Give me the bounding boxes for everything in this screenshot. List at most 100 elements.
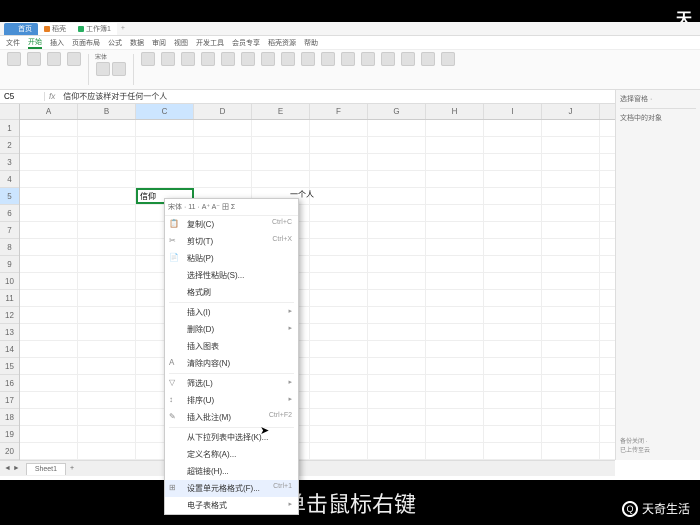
menu-vip[interactable]: 会员专享 (232, 38, 260, 48)
menu-home[interactable]: 开始 (28, 37, 42, 49)
row-header[interactable]: 9 (0, 256, 19, 273)
ctx-item[interactable]: 从下拉列表中选择(K)... (165, 429, 298, 446)
select-all-corner[interactable] (0, 104, 19, 120)
col-header[interactable]: D (194, 104, 252, 119)
row-header[interactable]: 14 (0, 341, 19, 358)
row-header[interactable]: 18 (0, 409, 19, 426)
menu-dev[interactable]: 开发工具 (196, 38, 224, 48)
ctx-item[interactable]: 📄粘贴(P) (165, 250, 298, 267)
ctx-mini-toolbar[interactable]: 宋体 · 11 · A⁺ A⁻ 田 Σ (165, 199, 298, 216)
row-header[interactable]: 17 (0, 392, 19, 409)
col-header[interactable]: G (368, 104, 426, 119)
ctx-item[interactable]: 📋复制(C)Ctrl+C (165, 216, 298, 233)
menu-resource[interactable]: 稻壳资源 (268, 38, 296, 48)
ctx-item[interactable]: 格式刷 (165, 284, 298, 301)
app-window: 首页 稻壳 工作簿1 + 文件 开始 插入 页面布局 公式 数据 审阅 视图 开… (0, 22, 700, 480)
sort-button[interactable] (281, 52, 295, 66)
row-header[interactable]: 12 (0, 307, 19, 324)
format-button[interactable] (181, 52, 195, 66)
ctx-item[interactable]: 插入图表 (165, 338, 298, 355)
row-header[interactable]: 7 (0, 222, 19, 239)
ctx-item[interactable]: ✎插入批注(M)Ctrl+F2 (165, 409, 298, 426)
paste-button[interactable] (7, 52, 21, 66)
filter-button[interactable] (261, 52, 275, 66)
row-header[interactable]: 10 (0, 273, 19, 290)
col-header[interactable]: F (310, 104, 368, 119)
bold-button[interactable] (96, 62, 110, 76)
row-header[interactable]: 2 (0, 137, 19, 154)
menu-layout[interactable]: 页面布局 (72, 38, 100, 48)
menu-help[interactable]: 帮助 (304, 38, 318, 48)
row-header[interactable]: 15 (0, 358, 19, 375)
col-header[interactable]: H (426, 104, 484, 119)
new-tab-button[interactable]: + (121, 25, 125, 32)
cut-button[interactable] (27, 52, 41, 66)
italic-button[interactable] (112, 62, 126, 76)
col-header[interactable]: I (484, 104, 542, 119)
ctx-item[interactable]: ↕排序(U)▸ (165, 392, 298, 409)
symbol-button[interactable] (441, 52, 455, 66)
ctx-item-label: 插入批注(M) (187, 412, 231, 423)
rowcol-button[interactable] (341, 52, 355, 66)
wrap-button[interactable] (161, 52, 175, 66)
menu-file[interactable]: 文件 (6, 38, 20, 48)
cells-area[interactable]: 信仰一个人 (20, 120, 700, 460)
fx-icon[interactable]: fx (45, 92, 59, 101)
cond-fmt-button[interactable] (201, 52, 215, 66)
table-style-button[interactable] (221, 52, 235, 66)
sum-button[interactable] (241, 52, 255, 66)
tab-home[interactable]: 首页 (4, 23, 38, 35)
cell-reference[interactable]: C5 (0, 92, 45, 101)
tab-docer[interactable]: 稻壳 (38, 23, 72, 35)
ctx-item[interactable]: 超链接(H)... (165, 463, 298, 480)
row-header[interactable]: 6 (0, 205, 19, 222)
ctx-item[interactable]: 电子表格式▸ (165, 497, 298, 514)
ctx-item[interactable]: A清除内容(N) (165, 355, 298, 372)
menu-data[interactable]: 数据 (130, 38, 144, 48)
ctx-item[interactable]: 定义名称(A)... (165, 446, 298, 463)
cell-button[interactable] (321, 52, 335, 66)
row-header[interactable]: 5 (0, 188, 19, 205)
find-button[interactable] (421, 52, 435, 66)
ctx-item[interactable]: ⊞设置单元格格式(F)...Ctrl+1 (165, 480, 298, 497)
ctx-item[interactable]: 删除(D)▸ (165, 321, 298, 338)
ctx-item[interactable]: 选择性粘贴(S)... (165, 267, 298, 284)
col-header[interactable]: E (252, 104, 310, 119)
tabletool-button[interactable] (401, 52, 415, 66)
copy-button[interactable] (47, 52, 61, 66)
row-header[interactable]: 19 (0, 426, 19, 443)
add-sheet-button[interactable]: + (70, 465, 74, 472)
ctx-item[interactable]: ▽筛选(L)▸ (165, 375, 298, 392)
row-header[interactable]: 3 (0, 154, 19, 171)
freeze-button[interactable] (381, 52, 395, 66)
row-header[interactable]: 16 (0, 375, 19, 392)
row-header[interactable]: 8 (0, 239, 19, 256)
col-header[interactable]: B (78, 104, 136, 119)
brand-logo: Q 天奇生活 (622, 500, 690, 517)
ctx-item-icon (169, 466, 179, 476)
ribbon-toolbar: 宋体 (0, 50, 700, 90)
sheet-button[interactable] (361, 52, 375, 66)
col-header[interactable]: A (20, 104, 78, 119)
merge-button[interactable] (141, 52, 155, 66)
ctx-item[interactable]: 插入(I)▸ (165, 304, 298, 321)
menu-view[interactable]: 视图 (174, 38, 188, 48)
sheet-tab[interactable]: Sheet1 (26, 463, 66, 475)
row-header[interactable]: 1 (0, 120, 19, 137)
row-header[interactable]: 20 (0, 443, 19, 460)
fill-button[interactable] (301, 52, 315, 66)
formula-input[interactable]: 信仰不应该样对于任何一个人 (59, 91, 171, 102)
row-header[interactable]: 13 (0, 324, 19, 341)
menu-formula[interactable]: 公式 (108, 38, 122, 48)
sheet-icon (78, 26, 84, 32)
ctx-item[interactable]: ✂剪切(T)Ctrl+X (165, 233, 298, 250)
col-header[interactable]: J (542, 104, 600, 119)
row-header[interactable]: 4 (0, 171, 19, 188)
menu-review[interactable]: 审阅 (152, 38, 166, 48)
menu-insert[interactable]: 插入 (50, 38, 64, 48)
col-header[interactable]: C (136, 104, 194, 119)
ctx-item-label: 选择性粘贴(S)... (187, 270, 244, 281)
row-header[interactable]: 11 (0, 290, 19, 307)
tab-workbook[interactable]: 工作簿1 (72, 23, 117, 35)
format-painter-button[interactable] (67, 52, 81, 66)
